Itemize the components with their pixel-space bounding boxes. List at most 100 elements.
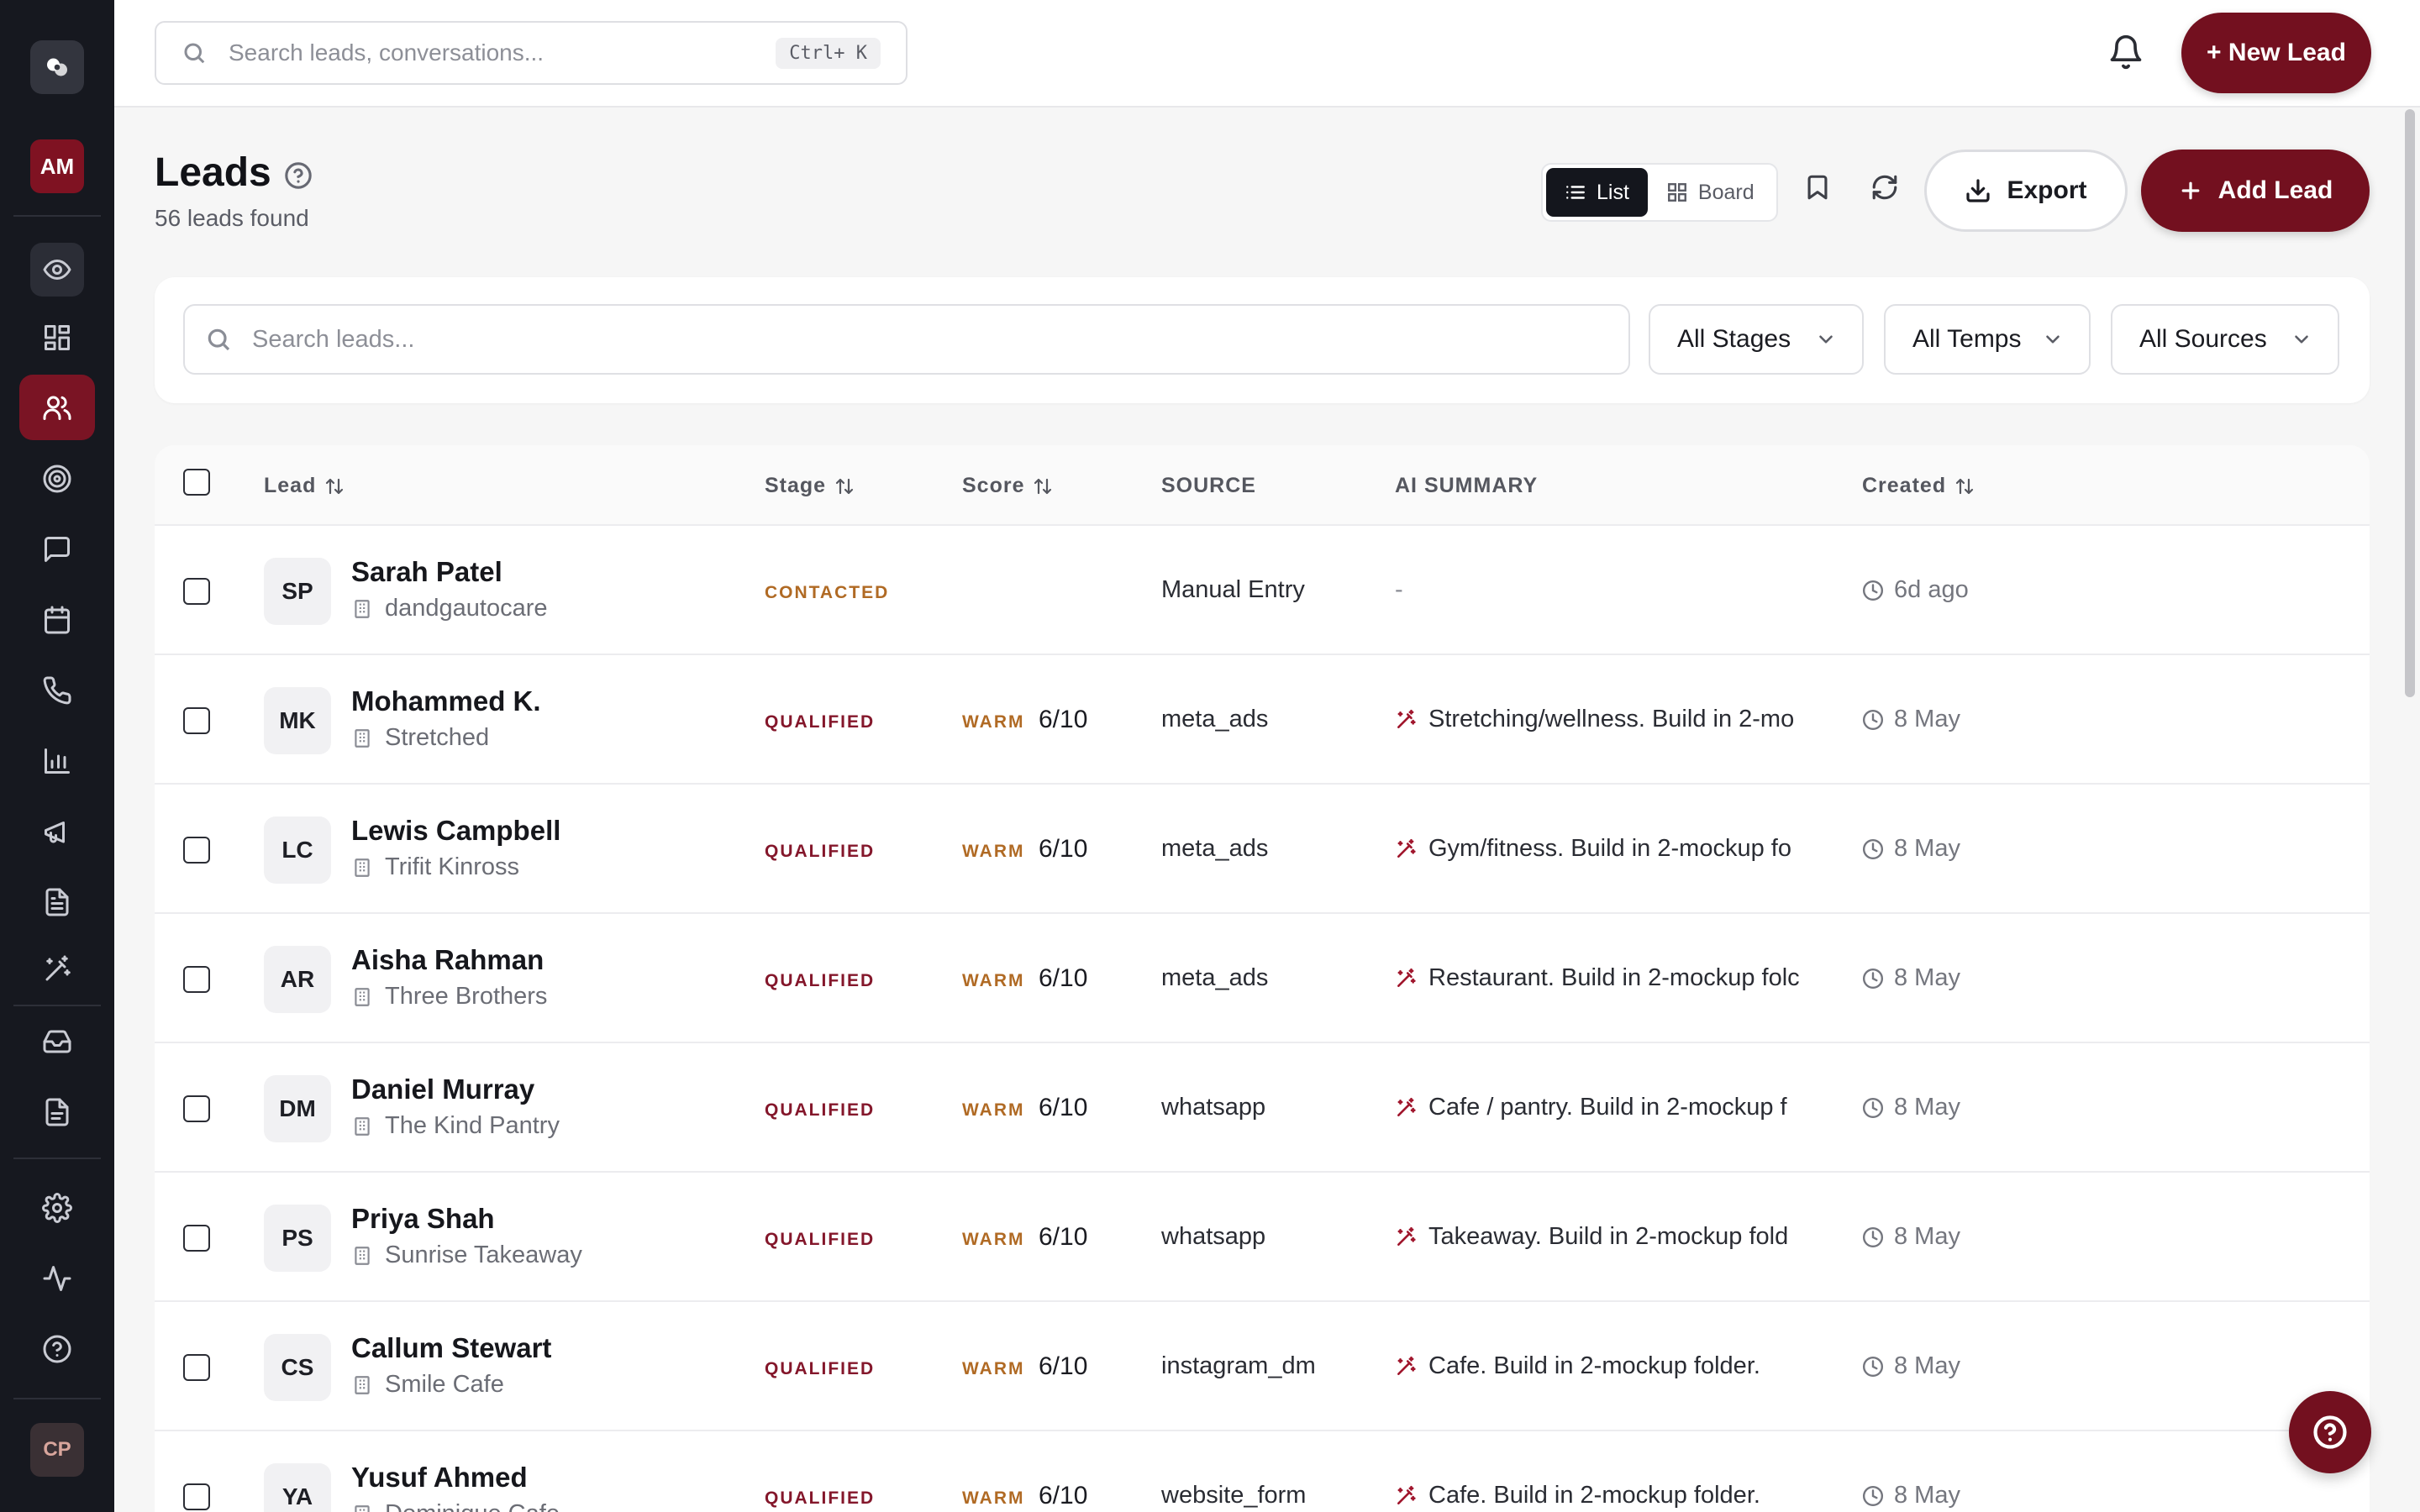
stage-badge: QUALIFIED [765,712,876,732]
megaphone-icon[interactable] [30,805,84,858]
table-row[interactable]: SP Sarah Patel dandgautocare CONTACTED M… [155,526,2370,655]
lead-company: Stretched [351,724,489,752]
avatar: MK [264,687,331,754]
lead-score: 6/10 [1039,1094,1088,1121]
lead-name[interactable]: Mohammed K. [351,685,541,717]
list-view-button[interactable]: List [1546,168,1648,217]
lead-score: 6/10 [1039,1482,1088,1509]
chevron-down-icon [2046,335,2060,344]
board-view-button[interactable]: Board [1648,168,1773,217]
row-checkbox[interactable] [183,837,210,864]
column-header-stage[interactable]: Stage [765,474,855,498]
add-lead-button[interactable]: Add Lead [2141,150,2370,232]
target-icon[interactable] [30,452,84,506]
ai-summary: Takeaway. Build in 2-mockup fold [1395,1223,1807,1251]
document-icon[interactable] [30,875,84,929]
temp-filter-select[interactable]: All Temps [1884,304,2091,375]
table-row[interactable]: PS Priya Shah Sunrise Takeaway QUALIFIED… [155,1173,2370,1302]
table-row[interactable]: DM Daniel Murray The Kind Pantry QUALIFI… [155,1043,2370,1173]
source-filter-select[interactable]: All Sources [2111,304,2339,375]
lead-company: Trifit Kinross [351,853,519,881]
stage-badge: QUALIFIED [765,1230,876,1249]
inbox-icon[interactable] [30,1015,84,1068]
floating-help-button[interactable] [2289,1391,2371,1473]
scrollbar[interactable] [2405,109,2415,697]
lead-company: Smile Cafe [351,1371,504,1399]
activity-icon[interactable] [30,1252,84,1305]
table-row[interactable]: YA Yusuf Ahmed Dominique Cafe QUALIFIED … [155,1431,2370,1512]
bar-chart-icon[interactable] [30,734,84,788]
refresh-icon[interactable] [1870,173,1907,210]
new-lead-button[interactable]: + New Lead [2181,13,2371,93]
calendar-icon[interactable] [30,593,84,647]
lead-company-label: dandgautocare [385,595,548,622]
row-checkbox[interactable] [183,578,210,605]
created-date-label: 6d ago [1894,576,1969,603]
global-search-input[interactable]: Search leads, conversations... Ctrl+ K [155,21,908,85]
column-stage-label: Stage [765,474,827,497]
topbar: Search leads, conversations... Ctrl+ K +… [114,0,2420,108]
logo-icon[interactable] [30,40,84,94]
lead-company: Dominique Cafe [351,1500,560,1512]
stage-filter-select[interactable]: All Stages [1649,304,1864,375]
lead-name[interactable]: Callum Stewart [351,1332,551,1364]
users-icon[interactable] [19,375,95,440]
bookmark-icon[interactable] [1803,173,1840,210]
lead-name[interactable]: Aisha Rahman [351,944,544,976]
temperature-badge: WARM [962,842,1025,861]
sort-icon [326,478,344,494]
lead-name[interactable]: Yusuf Ahmed [351,1462,528,1494]
row-checkbox[interactable] [183,1354,210,1381]
row-checkbox[interactable] [183,966,210,993]
table-row[interactable]: AR Aisha Rahman Three Brothers QUALIFIED… [155,914,2370,1043]
lead-name[interactable]: Sarah Patel [351,556,502,588]
lead-source: meta_ads [1161,964,1269,991]
file-text-icon[interactable] [30,1085,84,1139]
magic-wand-icon[interactable] [30,942,84,996]
dashboard-icon[interactable] [30,311,84,365]
workspace-initials: CP [43,1438,71,1461]
lead-count: 56 leads found [155,205,309,231]
row-checkbox[interactable] [183,1225,210,1252]
lead-name[interactable]: Daniel Murray [351,1074,534,1105]
phone-icon[interactable] [30,664,84,717]
export-button[interactable]: Export [1924,150,2128,232]
created-date: 8 May [1862,706,1960,733]
table-row[interactable]: CS Callum Stewart Smile Cafe QUALIFIED W… [155,1302,2370,1431]
chat-icon[interactable] [30,522,84,576]
user-avatar[interactable]: AM [30,139,84,193]
lead-company: dandgautocare [351,595,548,622]
building-icon [355,1116,370,1136]
help-icon[interactable] [30,1322,84,1376]
settings-icon[interactable] [30,1181,84,1235]
column-header-created[interactable]: Created [1862,474,1975,498]
column-created-label: Created [1862,474,1947,497]
select-all-checkbox[interactable] [183,469,210,496]
help-circle-icon[interactable] [284,161,313,190]
workspace-avatar[interactable]: CP [30,1423,84,1477]
building-icon [355,1375,370,1394]
ai-summary-text: Takeaway. Build in 2-mockup fold [1428,1223,1789,1250]
lead-company-label: Trifit Kinross [385,853,520,880]
lead-name[interactable]: Priya Shah [351,1203,495,1235]
column-header-lead[interactable]: Lead [264,474,345,498]
list-view-label: List [1597,180,1629,204]
row-checkbox[interactable] [183,1483,210,1510]
table-row[interactable]: MK Mohammed K. Stretched QUALIFIED WARM … [155,655,2370,785]
building-icon [355,987,370,1006]
column-header-score[interactable]: Score [962,474,1053,498]
column-lead-label: Lead [264,474,317,497]
lead-search-input[interactable]: Search leads... [183,304,1630,375]
filter-bar: Search leads... All Stages All Temps All… [155,277,2370,403]
sparkle-wand-icon [1397,709,1416,728]
lead-name[interactable]: Lewis Campbell [351,815,560,847]
table-row[interactable]: LC Lewis Campbell Trifit Kinross QUALIFI… [155,785,2370,914]
clock-icon [1862,1226,1884,1247]
row-checkbox[interactable] [183,1095,210,1122]
created-date-label: 8 May [1894,706,1960,732]
row-checkbox[interactable] [183,707,210,734]
lead-company-label: Smile Cafe [385,1371,504,1398]
bell-icon[interactable] [2107,34,2148,74]
eye-icon[interactable] [30,243,84,297]
sort-icon [1034,478,1052,494]
